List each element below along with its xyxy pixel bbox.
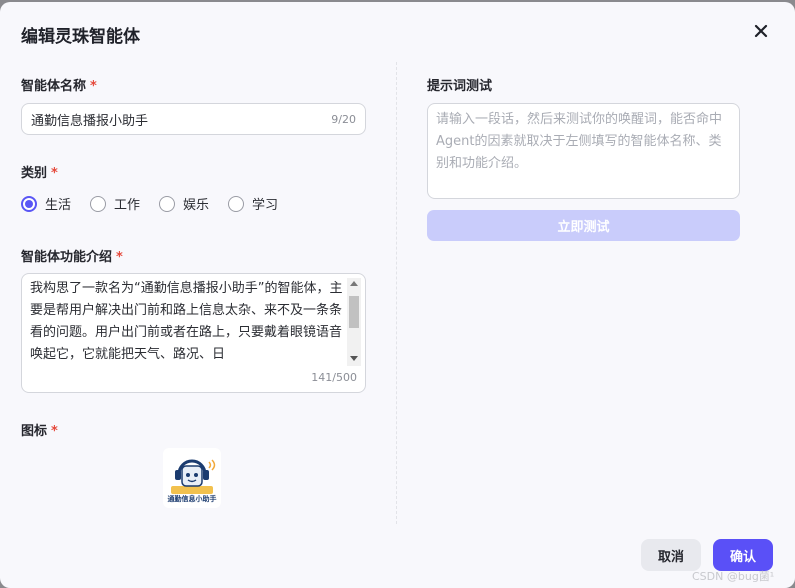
required-mark: * xyxy=(51,424,58,439)
intro-scrollbar[interactable] xyxy=(347,278,361,366)
category-radio-study[interactable]: 学习 xyxy=(228,194,278,213)
required-mark: * xyxy=(90,79,97,94)
watermark: CSDN @bug菌¹ xyxy=(692,570,775,583)
icon-label: 图标 * xyxy=(21,424,58,439)
category-radio-life[interactable]: 生活 xyxy=(21,194,71,213)
category-label: 类别 * xyxy=(21,166,58,181)
name-label: 智能体名称 * xyxy=(21,79,97,94)
radio-unchecked-icon xyxy=(159,195,176,212)
category-radio-work[interactable]: 工作 xyxy=(90,194,140,213)
assistant-robot-icon: 通勤信息小助手 xyxy=(168,459,217,503)
intro-textarea[interactable]: 我构思了一款名为“通勤信息播报小助手”的智能体，主要是帮用户解决出门前和路上信息… xyxy=(21,273,366,393)
dialog-title: 编辑灵珠智能体 xyxy=(21,27,140,47)
category-radio-group: 生活 工作 娱乐 学习 xyxy=(21,194,297,213)
agent-icon-image[interactable]: 通勤信息小助手 xyxy=(163,448,221,508)
name-input[interactable]: 通勤信息播报小助手 9/20 xyxy=(21,103,366,135)
intro-textarea-value: 我构思了一款名为“通勤信息播报小助手”的智能体，主要是帮用户解决出门前和路上信息… xyxy=(30,281,343,362)
prompt-test-input[interactable]: 请输入一段话，然后来测试你的唤醒词，能否命中Agent的因素就取决于左侧填写的智… xyxy=(427,103,740,199)
required-mark: * xyxy=(116,250,123,265)
required-mark: * xyxy=(51,166,58,181)
icon-caption: 通勤信息小助手 xyxy=(168,494,217,503)
intro-label: 智能体功能介绍 * xyxy=(21,250,123,265)
confirm-button[interactable]: 确认 xyxy=(713,539,773,571)
name-char-counter: 9/20 xyxy=(331,112,356,126)
scrollbar-thumb[interactable] xyxy=(349,296,359,328)
radio-unchecked-icon xyxy=(90,195,107,212)
intro-char-counter: 141/500 xyxy=(311,371,357,384)
scroll-down-arrow-icon[interactable] xyxy=(350,356,358,361)
prompt-test-label: 提示词测试 xyxy=(427,79,493,94)
close-button[interactable] xyxy=(750,20,772,42)
column-divider xyxy=(396,62,397,524)
radio-checked-icon xyxy=(21,195,37,212)
edit-agent-dialog: 编辑灵珠智能体 智能体名称 * 通勤信息播报小助手 9/20 类别 * 生活 工作 … xyxy=(0,2,795,588)
category-radio-entertainment[interactable]: 娱乐 xyxy=(159,194,209,213)
name-input-value: 通勤信息播报小助手 xyxy=(31,113,149,129)
cancel-button[interactable]: 取消 xyxy=(641,539,701,571)
radio-unchecked-icon xyxy=(228,195,245,212)
test-now-button[interactable]: 立即测试 xyxy=(427,210,740,241)
close-icon xyxy=(754,24,768,38)
scroll-up-arrow-icon[interactable] xyxy=(350,281,358,286)
